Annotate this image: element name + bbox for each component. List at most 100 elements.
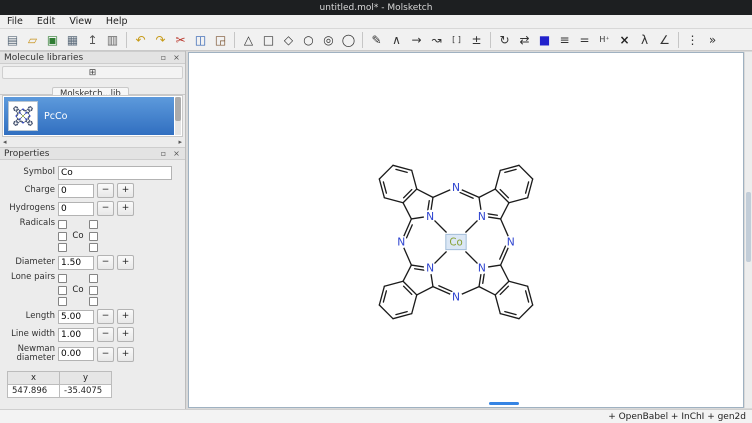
- print-icon[interactable]: ▥: [103, 31, 122, 49]
- newman-diameter-input[interactable]: [58, 347, 94, 361]
- menu-help[interactable]: Help: [99, 15, 135, 28]
- align-tool-icon[interactable]: ≡: [555, 31, 574, 49]
- position-checkbox[interactable]: [89, 274, 98, 283]
- canvas-hscrollbar-thumb[interactable]: [489, 402, 519, 405]
- hydrogens-input[interactable]: [58, 202, 94, 216]
- scroll-left-icon[interactable]: ◂: [3, 138, 7, 146]
- rotate-tool-icon[interactable]: ↻: [495, 31, 514, 49]
- canvas-hscrollbar[interactable]: [191, 402, 741, 406]
- list-tool-icon[interactable]: ⋮: [683, 31, 702, 49]
- ring-large-icon[interactable]: ◯: [339, 31, 358, 49]
- open-file-icon[interactable]: ▱: [23, 31, 42, 49]
- menu-bar: FileEditViewHelp: [0, 15, 752, 29]
- angle-tool-icon[interactable]: ∠: [655, 31, 674, 49]
- position-checkbox[interactable]: [89, 220, 98, 229]
- overflow-menu-icon[interactable]: »: [703, 31, 722, 49]
- curved-arrow-tool-icon[interactable]: ↝: [427, 31, 446, 49]
- toolbar-separator: [234, 32, 235, 48]
- length-label: Length: [5, 312, 55, 321]
- arrow-tool-icon[interactable]: →: [407, 31, 426, 49]
- menu-file[interactable]: File: [0, 15, 30, 28]
- svg-text:N: N: [397, 236, 405, 249]
- hydrogen-tool-icon[interactable]: H⁺: [595, 31, 614, 49]
- hydrogens-increment-button[interactable]: +: [117, 201, 134, 216]
- charge-tool-icon[interactable]: ±: [467, 31, 486, 49]
- library-scrollbar[interactable]: [175, 97, 181, 135]
- line-width-increment-button[interactable]: +: [117, 327, 134, 342]
- cut-icon[interactable]: ✂: [171, 31, 190, 49]
- symbol-input[interactable]: [58, 166, 172, 180]
- newman-decrement-button[interactable]: −: [97, 347, 114, 362]
- charge-decrement-button[interactable]: −: [97, 183, 114, 198]
- color-swatch-icon[interactable]: ■: [535, 31, 554, 49]
- ring-5-icon[interactable]: ◇: [279, 31, 298, 49]
- drawing-canvas[interactable]: NNNNNNNNCo: [188, 52, 744, 408]
- coords-header: x: [8, 371, 60, 384]
- coords-cell[interactable]: 547.896: [8, 384, 60, 397]
- molecule-drawing[interactable]: NNNNNNNNCo: [344, 130, 568, 354]
- bracket-tool-icon[interactable]: [ ]: [447, 31, 466, 49]
- save-as-file-icon[interactable]: ▦: [63, 31, 82, 49]
- coords-cell[interactable]: -35.4075: [60, 384, 112, 397]
- ring-benzene-icon[interactable]: ◎: [319, 31, 338, 49]
- ring-3-icon[interactable]: △: [239, 31, 258, 49]
- float-panel-icon[interactable]: ▫: [159, 149, 168, 158]
- library-item-pcco[interactable]: PcCo: [4, 97, 174, 135]
- redo-icon[interactable]: ↷: [151, 31, 170, 49]
- scroll-right-icon[interactable]: ▸: [178, 138, 182, 146]
- newman-increment-button[interactable]: +: [117, 347, 134, 362]
- save-file-icon[interactable]: ▣: [43, 31, 62, 49]
- svg-text:N: N: [426, 210, 434, 223]
- diameter-decrement-button[interactable]: −: [97, 255, 114, 270]
- close-panel-icon[interactable]: ×: [172, 149, 181, 158]
- lambda-tool-icon[interactable]: λ: [635, 31, 654, 49]
- charge-increment-button[interactable]: +: [117, 183, 134, 198]
- line-width-decrement-button[interactable]: −: [97, 327, 114, 342]
- chain-tool-icon[interactable]: ∧: [387, 31, 406, 49]
- svg-text:N: N: [452, 181, 460, 194]
- svg-text:N: N: [478, 262, 486, 275]
- new-file-icon[interactable]: ▤: [3, 31, 22, 49]
- paste-icon[interactable]: ◲: [211, 31, 230, 49]
- diameter-increment-button[interactable]: +: [117, 255, 134, 270]
- length-input[interactable]: [58, 310, 94, 324]
- window-titlebar[interactable]: untitled.mol* - Molsketch: [0, 0, 752, 15]
- diameter-input[interactable]: [58, 256, 94, 270]
- position-checkbox[interactable]: [58, 232, 67, 241]
- position-checkbox[interactable]: [58, 220, 67, 229]
- window-vscrollbar-thumb[interactable]: [746, 192, 751, 262]
- flip-tool-icon[interactable]: ⇄: [515, 31, 534, 49]
- library-item-label: PcCo: [44, 111, 67, 122]
- position-checkbox[interactable]: [58, 286, 67, 295]
- ring-6-icon[interactable]: ○: [299, 31, 318, 49]
- position-checkbox[interactable]: [58, 274, 67, 283]
- position-checkbox[interactable]: [89, 286, 98, 295]
- charge-input[interactable]: [58, 184, 94, 198]
- menu-edit[interactable]: Edit: [30, 15, 62, 28]
- position-checkbox[interactable]: [58, 297, 67, 306]
- hydrogens-decrement-button[interactable]: −: [97, 201, 114, 216]
- line-width-input[interactable]: [58, 328, 94, 342]
- draw-bond-icon[interactable]: ✎: [367, 31, 386, 49]
- menu-view[interactable]: View: [62, 15, 99, 28]
- bond-order-tool-icon[interactable]: =: [575, 31, 594, 49]
- library-scrollbar-thumb[interactable]: [175, 97, 181, 121]
- position-checkbox[interactable]: [58, 243, 67, 252]
- float-panel-icon[interactable]: ▫: [159, 53, 168, 62]
- undo-icon[interactable]: ↶: [131, 31, 150, 49]
- position-checkbox[interactable]: [89, 297, 98, 306]
- close-panel-icon[interactable]: ×: [172, 53, 181, 62]
- position-checkbox[interactable]: [89, 232, 98, 241]
- length-increment-button[interactable]: +: [117, 309, 134, 324]
- delete-tool-icon[interactable]: ×: [615, 31, 634, 49]
- copy-icon[interactable]: ◫: [191, 31, 210, 49]
- window-vscrollbar[interactable]: [745, 52, 752, 408]
- diameter-label: Diameter: [5, 258, 55, 267]
- newman-diameter-label: Newman diameter: [5, 345, 55, 364]
- ring-4-icon[interactable]: □: [259, 31, 278, 49]
- position-checkbox[interactable]: [89, 243, 98, 252]
- svg-text:N: N: [507, 236, 515, 249]
- open-library-button[interactable]: ⊞: [2, 66, 183, 79]
- export-file-icon[interactable]: ↥: [83, 31, 102, 49]
- length-decrement-button[interactable]: −: [97, 309, 114, 324]
